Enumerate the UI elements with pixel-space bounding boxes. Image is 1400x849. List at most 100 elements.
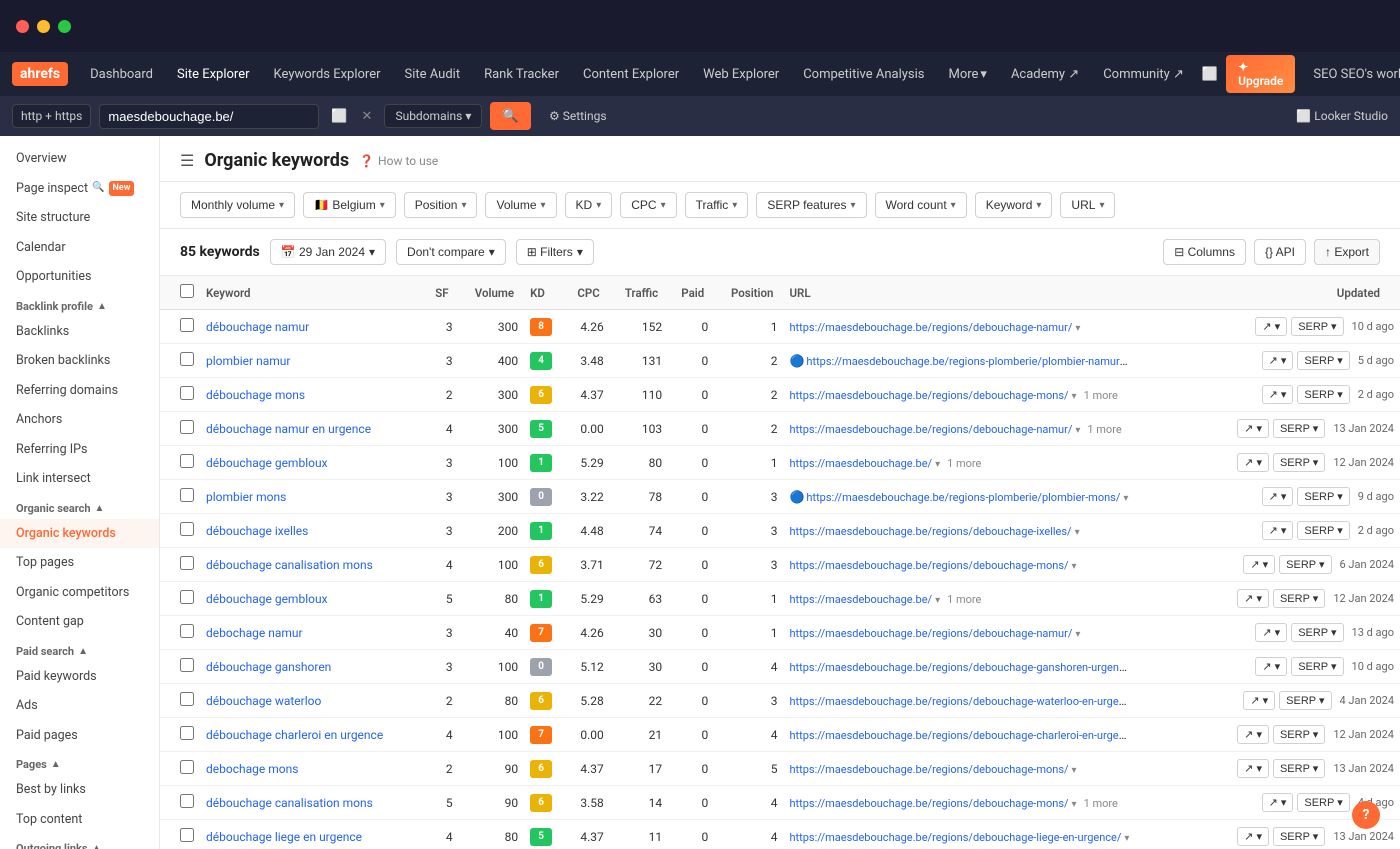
sidebar-item-referring-domains[interactable]: Referring domains xyxy=(0,376,159,406)
more-link[interactable]: 1 more xyxy=(947,593,981,606)
upgrade-button[interactable]: ✦ Upgrade xyxy=(1226,55,1295,93)
help-button[interactable]: ? xyxy=(1352,801,1380,829)
kd-filter[interactable]: KD ▾ xyxy=(565,192,613,218)
url-link[interactable]: https://maesdebouchage.be/regions/debouc… xyxy=(789,321,1072,334)
url-link[interactable]: https://maesdebouchage.be/regions/debouc… xyxy=(789,763,1068,776)
nav-keywords-explorer[interactable]: Keywords Explorer xyxy=(264,61,391,88)
serp-button[interactable]: SERP ▾ xyxy=(1291,623,1343,642)
keyword-link[interactable]: débouchage gembloux xyxy=(206,592,328,606)
trend-button[interactable]: ↗ ▾ xyxy=(1237,827,1269,846)
url-link[interactable]: https://maesdebouchage.be/regions/debouc… xyxy=(789,559,1068,572)
trend-button[interactable]: ↗ ▾ xyxy=(1255,317,1287,336)
url-link[interactable]: https://maesdebouchage.be/regions-plombe… xyxy=(806,354,1127,368)
url-dropdown-icon[interactable]: ▾ xyxy=(1075,527,1080,538)
url-dropdown-icon[interactable]: ▾ xyxy=(1072,765,1077,776)
row-checkbox[interactable] xyxy=(180,692,194,706)
nav-competitive-analysis[interactable]: Competitive Analysis xyxy=(793,61,934,88)
sidebar-section-outgoing[interactable]: Outgoing links ▲ xyxy=(0,834,159,849)
url-link[interactable]: https://maesdebouchage.be/regions/debouc… xyxy=(789,728,1129,742)
trend-button[interactable]: ↗ ▾ xyxy=(1237,589,1269,608)
nav-content-explorer[interactable]: Content Explorer xyxy=(573,61,689,88)
serp-button[interactable]: SERP ▾ xyxy=(1297,521,1349,540)
keyword-link[interactable]: débouchage ganshoren xyxy=(206,660,331,674)
row-checkbox[interactable] xyxy=(180,658,194,672)
sidebar-section-pages[interactable]: Pages ▲ xyxy=(0,750,159,775)
url-dropdown-icon[interactable]: ▾ xyxy=(1075,629,1080,640)
sidebar-section-organic[interactable]: Organic search ▲ xyxy=(0,494,159,519)
country-filter[interactable]: 🇧🇪 Belgium ▾ xyxy=(303,192,396,218)
sidebar-item-broken-backlinks[interactable]: Broken backlinks xyxy=(0,346,159,376)
cpc-filter[interactable]: CPC ▾ xyxy=(620,192,676,218)
row-checkbox[interactable] xyxy=(180,386,194,400)
more-link[interactable]: 1 more xyxy=(947,457,981,470)
settings-button[interactable]: ⚙ Settings xyxy=(539,105,617,127)
serp-button[interactable]: SERP ▾ xyxy=(1297,487,1349,506)
nav-rank-tracker[interactable]: Rank Tracker xyxy=(474,61,569,88)
keyword-link[interactable]: débouchage canalisation mons xyxy=(206,796,373,810)
trend-button[interactable]: ↗ ▾ xyxy=(1255,657,1287,676)
sidebar-item-organic-keywords[interactable]: Organic keywords xyxy=(0,519,159,549)
sidebar-item-calendar[interactable]: Calendar xyxy=(0,233,159,263)
sidebar-item-page-inspect[interactable]: Page inspect 🔍 New xyxy=(0,174,159,204)
keyword-link[interactable]: débouchage charleroi en urgence xyxy=(206,728,383,742)
sidebar-item-top-content[interactable]: Top content xyxy=(0,805,159,835)
url-link[interactable]: https://maesdebouchage.be/ xyxy=(789,457,932,470)
row-checkbox[interactable] xyxy=(180,420,194,434)
keyword-link[interactable]: débouchage mons xyxy=(206,388,305,402)
th-volume[interactable]: Volume xyxy=(459,276,524,310)
url-dropdown-icon[interactable]: ▾ xyxy=(1075,425,1080,436)
trend-button[interactable]: ↗ ▾ xyxy=(1237,419,1269,438)
url-dropdown-icon[interactable]: ▾ xyxy=(935,459,940,470)
sidebar-item-opportunities[interactable]: Opportunities xyxy=(0,262,159,292)
sidebar-section-paid[interactable]: Paid search ▲ xyxy=(0,637,159,662)
row-checkbox[interactable] xyxy=(180,454,194,468)
trend-button[interactable]: ↗ ▾ xyxy=(1243,691,1275,710)
url-input[interactable] xyxy=(99,104,319,129)
keyword-link[interactable]: débouchage gembloux xyxy=(206,456,328,470)
hamburger-icon[interactable]: ☰ xyxy=(180,151,194,170)
url-link[interactable]: https://maesdebouchage.be/regions/debouc… xyxy=(789,660,1129,674)
more-link[interactable]: 1 more xyxy=(1087,423,1121,436)
trend-button[interactable]: ↗ ▾ xyxy=(1237,725,1269,744)
more-link[interactable]: 1 more xyxy=(1084,389,1118,402)
keyword-link[interactable]: débouchage waterloo xyxy=(206,694,321,708)
th-sf[interactable]: SF xyxy=(424,276,459,310)
how-to-use-link[interactable]: ❓ How to use xyxy=(359,154,438,168)
close-button[interactable] xyxy=(16,20,29,33)
sidebar-item-backlinks[interactable]: Backlinks xyxy=(0,317,159,347)
nav-site-explorer[interactable]: Site Explorer xyxy=(167,61,260,88)
row-checkbox[interactable] xyxy=(180,624,194,638)
url-dropdown-icon[interactable]: ▾ xyxy=(935,595,940,606)
date-button[interactable]: 📅 29 Jan 2024 ▾ xyxy=(270,239,386,265)
keyword-link[interactable]: débouchage ixelles xyxy=(206,524,308,538)
sidebar-item-site-structure[interactable]: Site structure xyxy=(0,203,159,233)
trend-button[interactable]: ↗ ▾ xyxy=(1262,385,1294,404)
nav-academy[interactable]: Academy ↗ xyxy=(1001,61,1089,88)
url-dropdown-icon[interactable]: ▾ xyxy=(1072,799,1077,810)
serp-button[interactable]: SERP ▾ xyxy=(1273,725,1325,744)
th-paid[interactable]: Paid xyxy=(668,276,714,310)
row-checkbox[interactable] xyxy=(180,794,194,808)
api-button[interactable]: {} API xyxy=(1254,239,1306,265)
serp-button[interactable]: SERP ▾ xyxy=(1273,589,1325,608)
th-keyword[interactable]: Keyword xyxy=(200,276,424,310)
serp-button[interactable]: SERP ▾ xyxy=(1273,759,1325,778)
keyword-link[interactable]: débouchage namur xyxy=(206,320,309,334)
serp-button[interactable]: SERP ▾ xyxy=(1273,419,1325,438)
serp-button[interactable]: SERP ▾ xyxy=(1291,657,1343,676)
columns-button[interactable]: ⊟ Columns xyxy=(1163,239,1246,265)
url-link[interactable]: https://maesdebouchage.be/regions/debouc… xyxy=(789,525,1071,538)
nav-site-audit[interactable]: Site Audit xyxy=(395,61,471,88)
row-checkbox[interactable] xyxy=(180,352,194,366)
sidebar-item-content-gap[interactable]: Content gap xyxy=(0,607,159,637)
serp-button[interactable]: SERP ▾ xyxy=(1273,453,1325,472)
th-kd[interactable]: KD xyxy=(524,276,564,310)
url-link[interactable]: https://maesdebouchage.be/regions/debouc… xyxy=(789,627,1072,640)
th-cpc[interactable]: CPC xyxy=(564,276,609,310)
trend-button[interactable]: ↗ ▾ xyxy=(1237,759,1269,778)
nav-web-explorer[interactable]: Web Explorer xyxy=(693,61,789,88)
row-checkbox[interactable] xyxy=(180,760,194,774)
row-checkbox[interactable] xyxy=(180,726,194,740)
url-link[interactable]: https://maesdebouchage.be/regions/debouc… xyxy=(789,694,1129,708)
serp-features-filter[interactable]: SERP features ▾ xyxy=(756,192,866,218)
